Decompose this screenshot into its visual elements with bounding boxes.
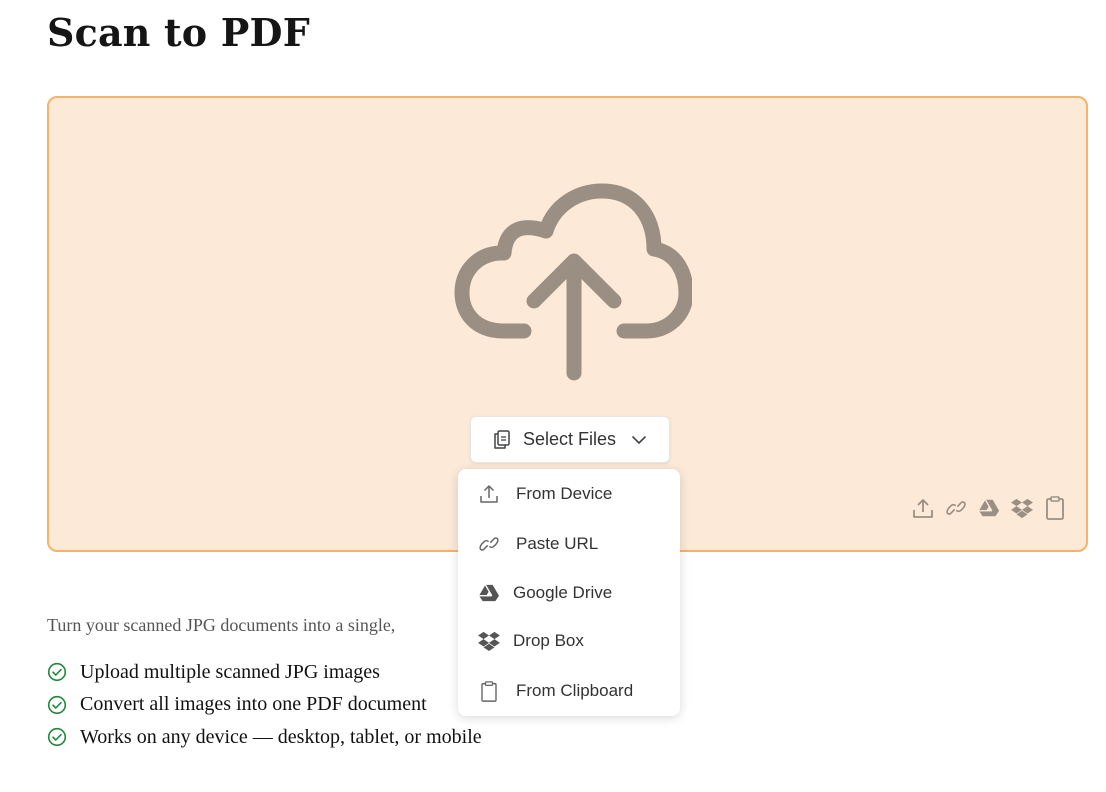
menu-item-label: From Clipboard xyxy=(516,681,634,700)
google-drive-icon[interactable] xyxy=(978,496,1000,520)
menu-item-paste-url[interactable]: Paste URL xyxy=(458,522,680,566)
menu-item-from-device[interactable]: From Device xyxy=(458,472,680,516)
feature-item: Convert all images into one PDF document xyxy=(47,689,482,722)
select-files-button[interactable]: Select Files xyxy=(470,416,670,463)
document-icon xyxy=(493,429,511,450)
page-title: Scan to PDF xyxy=(47,10,310,55)
dropbox-icon xyxy=(478,630,500,652)
check-circle-icon xyxy=(47,695,67,715)
link-icon xyxy=(478,533,500,555)
menu-item-label: From Device xyxy=(516,484,613,503)
upload-icon xyxy=(478,483,500,505)
feature-text: Convert all images into one PDF document xyxy=(80,693,427,716)
menu-item-label: Google Drive xyxy=(513,583,613,602)
intro-text: Turn your scanned JPG documents into a s… xyxy=(47,615,396,635)
feature-text: Works on any device — desktop, tablet, o… xyxy=(80,725,482,748)
check-circle-icon xyxy=(47,727,67,747)
cloud-upload-icon xyxy=(454,183,692,381)
clipboard-icon[interactable] xyxy=(1044,496,1066,520)
menu-item-label: Drop Box xyxy=(513,631,584,650)
dropbox-icon[interactable] xyxy=(1011,496,1033,520)
google-drive-icon xyxy=(478,582,500,604)
chevron-down-icon xyxy=(632,435,646,445)
upload-source-menu: From Device Paste URL Google Drive Drop … xyxy=(458,469,680,716)
feature-item: Works on any device — desktop, tablet, o… xyxy=(47,721,482,754)
link-icon[interactable] xyxy=(945,496,967,520)
quick-upload-icons xyxy=(912,496,1066,520)
feature-item: Upload multiple scanned JPG images xyxy=(47,656,482,689)
feature-text: Upload multiple scanned JPG images xyxy=(80,660,380,683)
menu-item-drop-box[interactable]: Drop Box xyxy=(458,619,680,663)
upload-icon[interactable] xyxy=(912,496,934,520)
menu-item-google-drive[interactable]: Google Drive xyxy=(458,571,680,615)
menu-item-label: Paste URL xyxy=(516,534,599,553)
check-circle-icon xyxy=(47,662,67,682)
clipboard-icon xyxy=(478,680,500,702)
select-files-label: Select Files xyxy=(523,429,617,449)
feature-list: Upload multiple scanned JPG images Conve… xyxy=(47,656,482,754)
menu-item-from-clipboard[interactable]: From Clipboard xyxy=(458,669,680,713)
